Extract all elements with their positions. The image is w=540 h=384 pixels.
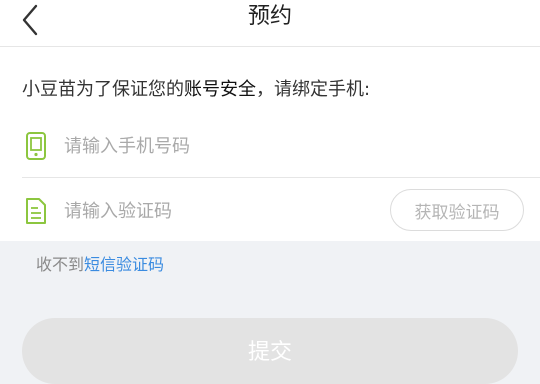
tip-prefix: 收不到 bbox=[36, 255, 85, 274]
phone-icon bbox=[22, 130, 50, 162]
phone-input[interactable] bbox=[62, 134, 366, 158]
notice-emphasis: 账号安全 bbox=[184, 79, 256, 100]
document-icon bbox=[22, 195, 50, 227]
notice-suffix: ，请绑定手机: bbox=[256, 79, 371, 100]
code-row: 获取验证码 bbox=[22, 180, 540, 242]
header-bar: 预约 bbox=[0, 0, 540, 47]
verification-code-input[interactable] bbox=[62, 199, 366, 223]
phone-row bbox=[22, 115, 540, 178]
bind-phone-form: 小豆苗为了保证您的账号安全，请绑定手机: 获取验证码 bbox=[0, 47, 540, 241]
page-title: 预约 bbox=[247, 4, 292, 29]
notice-prefix: 小豆苗为了保证您的 bbox=[22, 79, 184, 100]
submit-button[interactable]: 提交 bbox=[22, 318, 518, 384]
sms-code-link[interactable]: 短信验证码 bbox=[84, 255, 164, 274]
security-notice: 小豆苗为了保证您的账号安全，请绑定手机: bbox=[22, 75, 370, 101]
get-code-button[interactable]: 获取验证码 bbox=[390, 189, 524, 231]
sms-help-tip: 收不到短信验证码 bbox=[36, 251, 164, 275]
